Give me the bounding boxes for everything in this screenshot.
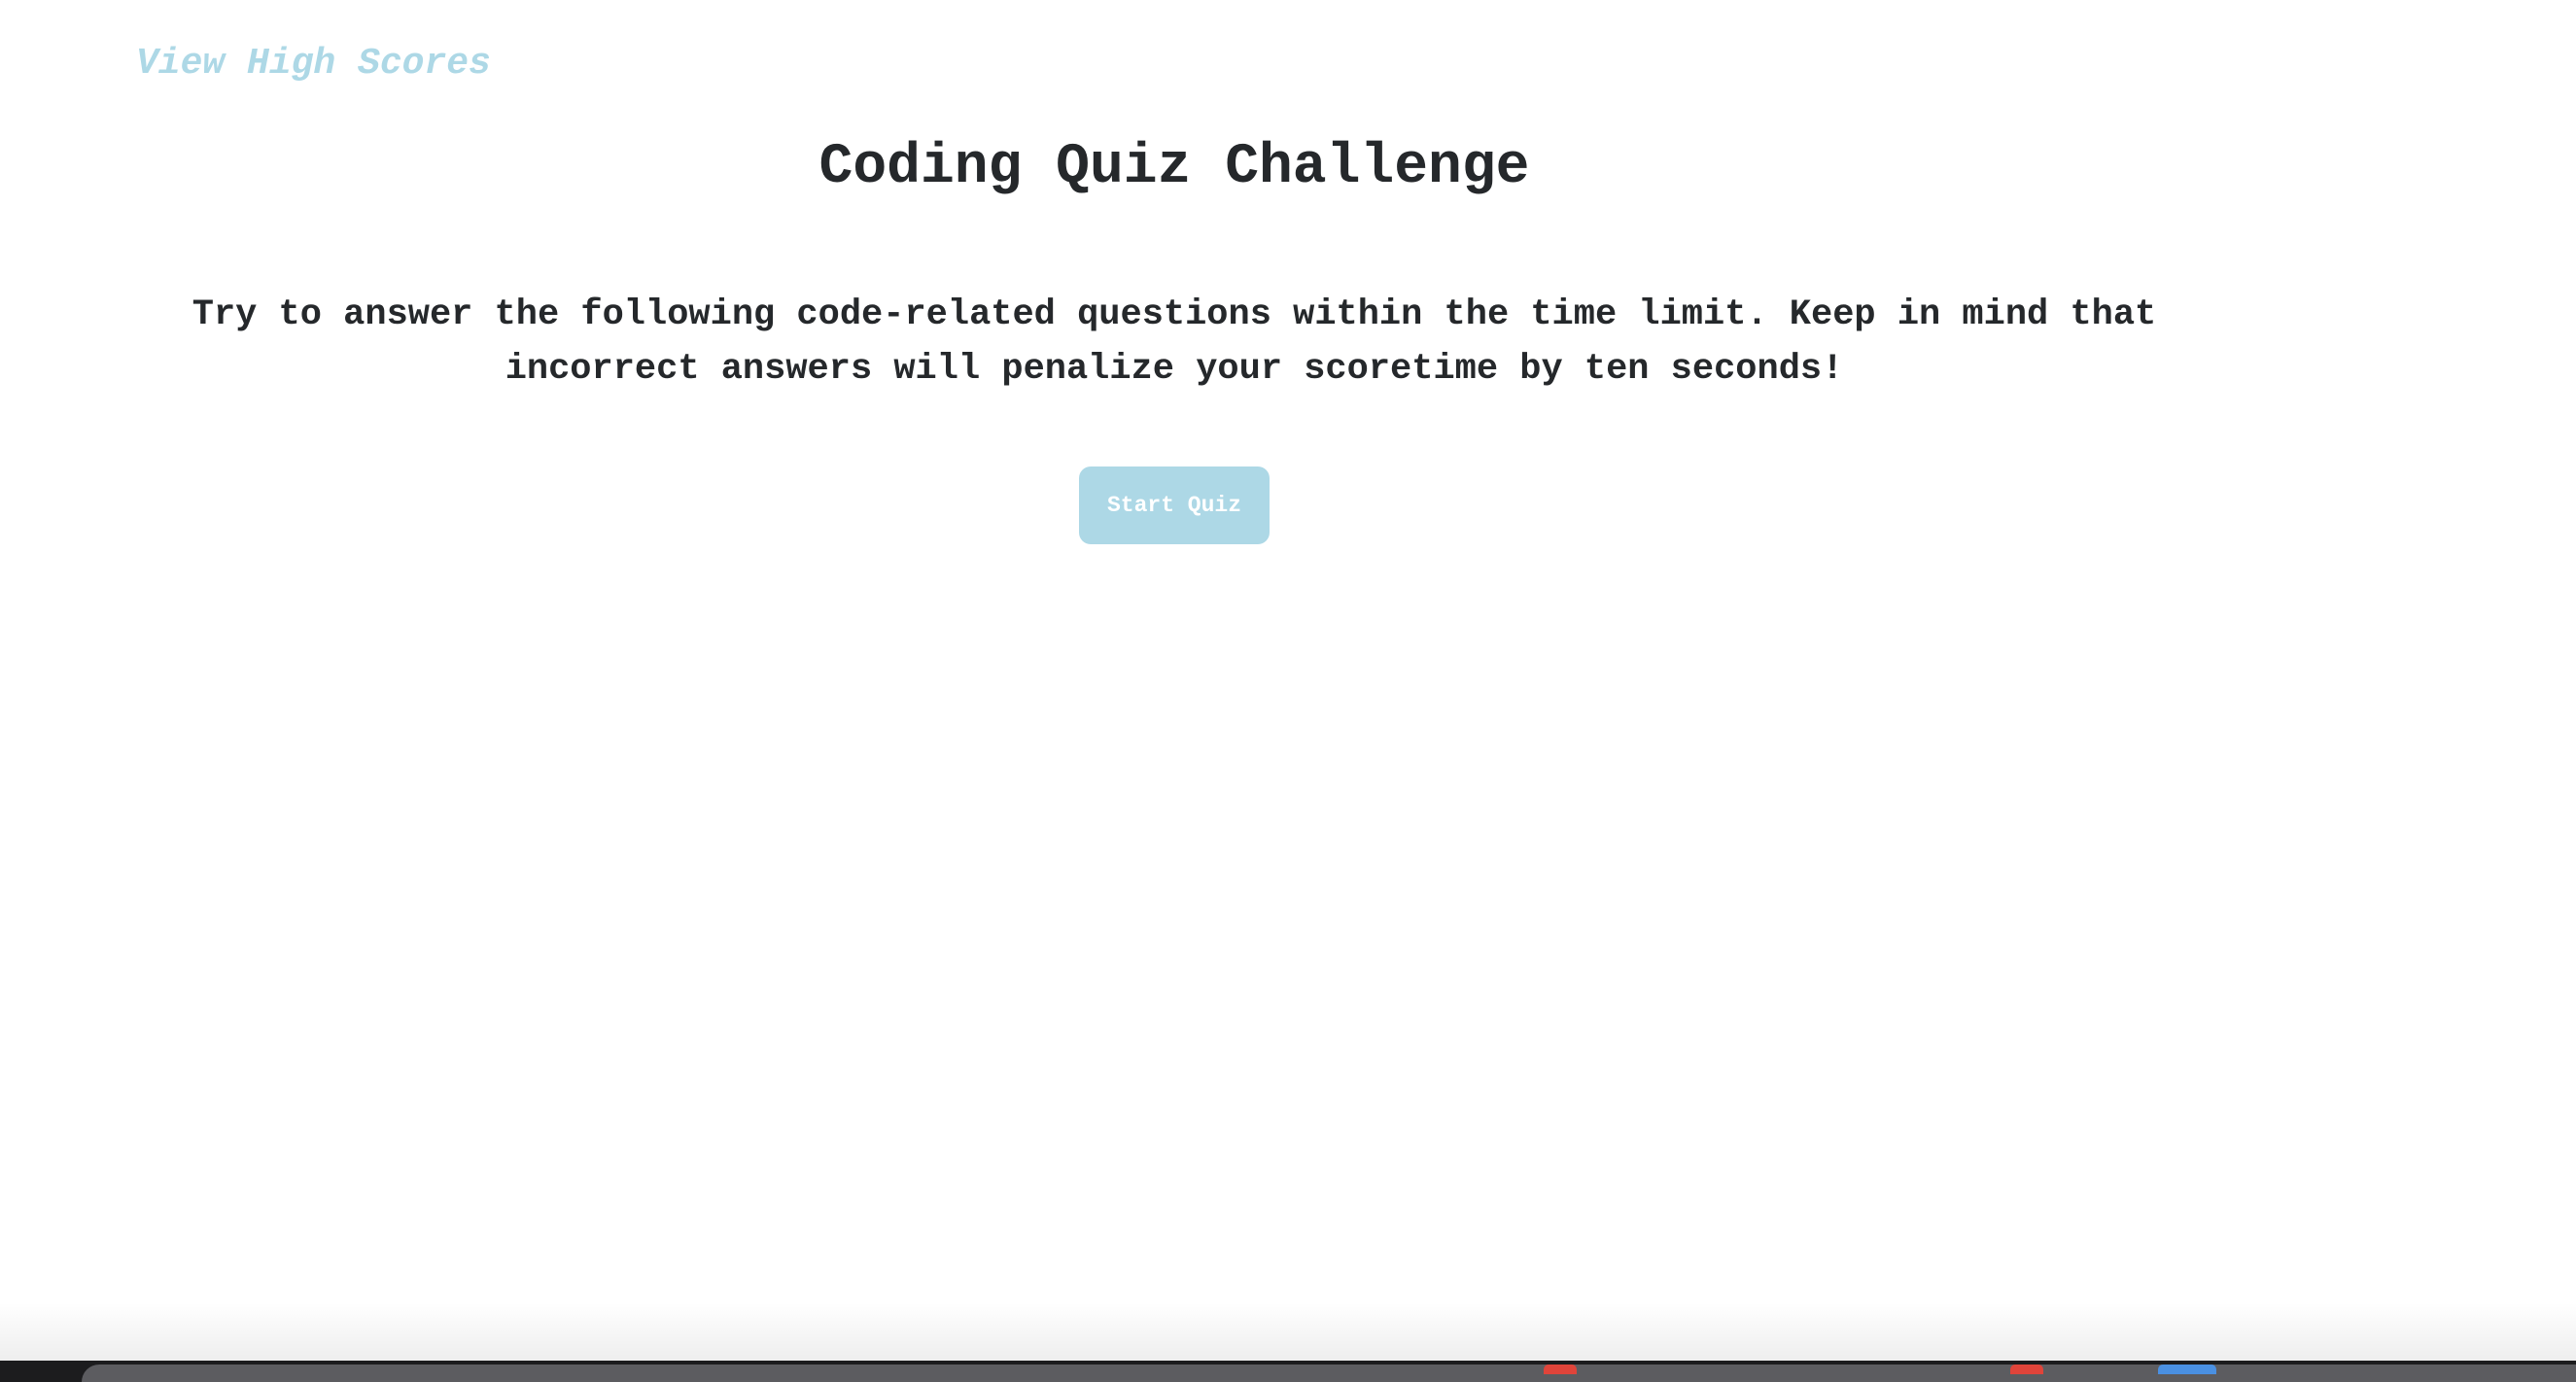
quiz-instructions: Try to answer the following code-related… xyxy=(191,294,2157,390)
window-bottom-shadow xyxy=(0,1302,2576,1363)
dock-app-icon[interactable] xyxy=(1544,1365,1577,1374)
start-quiz-button[interactable]: Start Quiz xyxy=(1079,466,1270,544)
quiz-page: View High Scores Coding Quiz Challenge T… xyxy=(0,0,2576,1382)
dock-app-icon[interactable] xyxy=(2158,1365,2216,1374)
page-title: Coding Quiz Challenge xyxy=(818,136,1530,199)
dock-app-icon[interactable] xyxy=(2010,1365,2043,1374)
view-high-scores-link[interactable]: View High Scores xyxy=(136,43,491,85)
